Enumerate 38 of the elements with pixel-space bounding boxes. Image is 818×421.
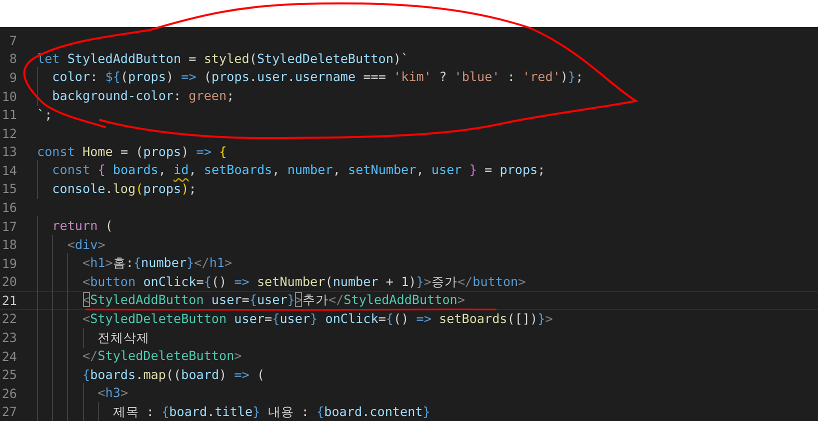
code-line: const { boards, id, setBoards, number, setNumber, user } = props;: [37, 162, 546, 178]
line-number: 20: [1, 274, 17, 290]
code-line: 제목 : {board.title} 내용 : {board.content}: [37, 404, 430, 420]
line-number: 12: [1, 126, 17, 141]
code-line: color: ${(props) => (props.user.username === 'kim' ? 'blue' : 'red')};: [37, 69, 584, 86]
line-number: 17: [1, 218, 17, 234]
line-number: 25: [1, 367, 17, 382]
line-number: 13: [1, 144, 17, 160]
code-line: <div>: [37, 236, 106, 253]
line-number: 8: [8, 51, 17, 66]
code-line: 전체삭제: [37, 330, 150, 346]
line-number: 10: [1, 88, 17, 104]
code-line: <h3>: [37, 385, 128, 402]
line-number: 15: [1, 181, 17, 196]
line-number: 23: [1, 330, 17, 346]
line-number: 19: [1, 256, 17, 271]
line-number: 24: [1, 348, 17, 364]
code-line: background-color: green;: [37, 88, 234, 104]
code-line: {boards.map((board) => (: [37, 366, 265, 383]
line-number: 14: [1, 162, 17, 178]
code-line: let StyledAddButton = styled(StyledDeleteButton)`: [37, 50, 409, 67]
code-line: console.log(props);: [37, 180, 196, 197]
line-number: 7: [8, 32, 17, 48]
line-number: 22: [1, 311, 17, 326]
code-line: return (: [37, 218, 113, 234]
line-number: 21: [1, 292, 17, 308]
code-line: const Home = (props) => {: [37, 144, 227, 160]
line-number: 9: [8, 70, 17, 85]
code-line: </StyledDeleteButton>: [37, 348, 242, 364]
line-number: 11: [1, 107, 17, 122]
code-line: <button onClick={() => setNumber(number + 1)}>증가</button>: [37, 274, 526, 290]
code-line: <StyledDeleteButton user={user} onClick={() => setBoards([])}>: [37, 310, 553, 327]
line-number: 18: [1, 237, 17, 252]
code-line: <h1>홈:{number}</h1>: [37, 255, 232, 272]
line-number: 26: [1, 386, 17, 401]
line-number: 27: [1, 404, 17, 420]
code-line: `;: [37, 106, 52, 123]
line-number: 16: [1, 200, 17, 215]
